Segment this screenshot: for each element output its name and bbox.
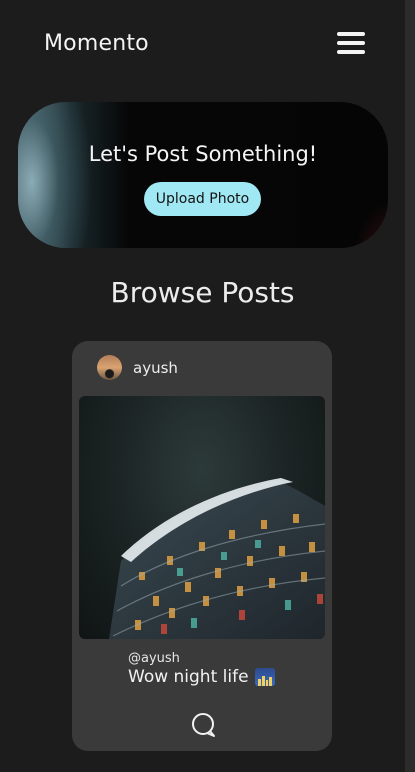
app-header: Momento	[44, 26, 365, 60]
banner-title: Let's Post Something!	[88, 142, 318, 166]
app-brand[interactable]: Momento	[44, 31, 149, 56]
post-caption-row: Wow night life	[128, 667, 275, 687]
hamburger-menu-icon[interactable]	[337, 32, 365, 54]
night-city-emoji-icon	[254, 668, 275, 686]
browse-posts-heading: Browse Posts	[110, 276, 295, 309]
post-handle: @ayush	[128, 651, 180, 666]
post-author[interactable]: ayush	[97, 355, 178, 380]
comment-bubble-icon[interactable]	[190, 712, 216, 738]
avatar[interactable]	[97, 355, 122, 380]
upload-photo-button[interactable]: Upload Photo	[144, 182, 261, 216]
post-card: ayush @ayush Wow night life	[72, 341, 332, 751]
post-caption: Wow night life	[128, 667, 249, 687]
author-name[interactable]: ayush	[133, 359, 178, 377]
scrollbar-track	[405, 0, 415, 772]
post-image[interactable]	[79, 396, 325, 639]
post-prompt-banner: Let's Post Something! Upload Photo	[18, 102, 388, 248]
